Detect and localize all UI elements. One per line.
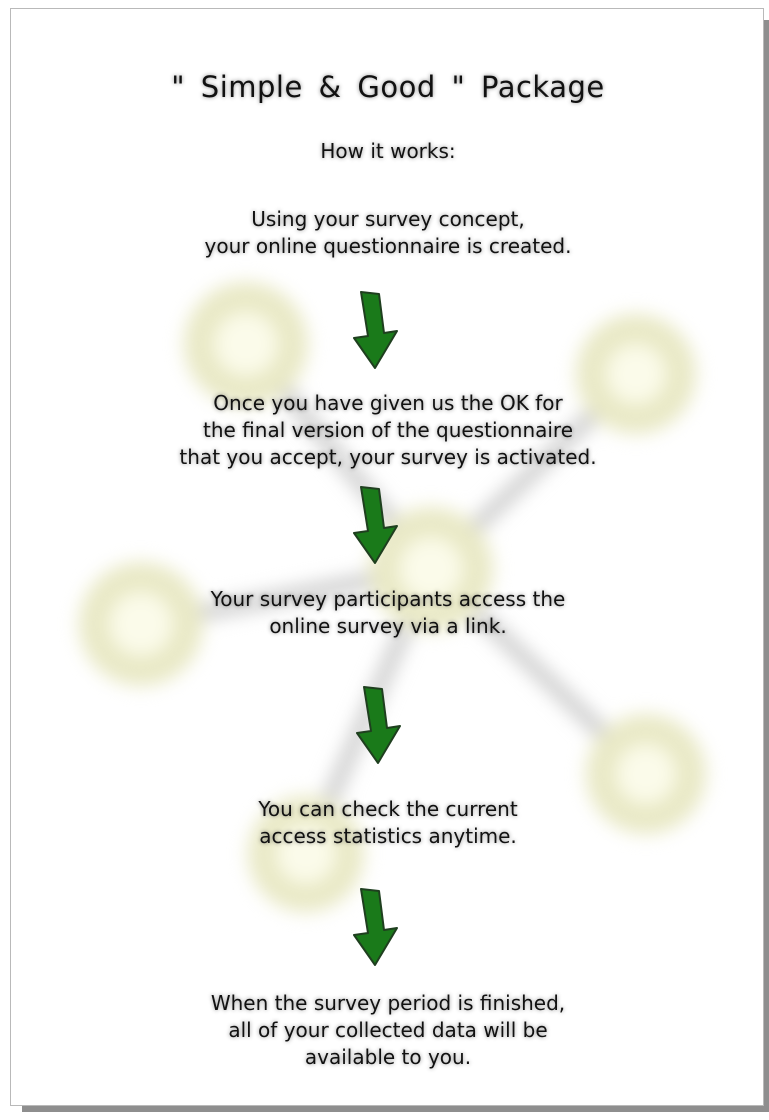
down-arrow-icon (353, 291, 398, 369)
document-page: " Simple & Good " Package How it works: … (10, 8, 764, 1106)
page-title: " Simple & Good " Package (171, 70, 605, 104)
step-2-line-3: that you accept, your survey is activate… (179, 445, 597, 469)
step-1-text: Using your survey concept, your online q… (11, 206, 763, 260)
step-3-line-2: online survey via a link. (269, 614, 507, 638)
step-4-text: You can check the current access statist… (11, 796, 763, 850)
step-2-text: Once you have given us the OK for the fi… (11, 390, 763, 471)
page-shadow-right (764, 20, 769, 1112)
step-1-line-1: Using your survey concept, (251, 207, 525, 231)
step-2-line-1: Once you have given us the OK for (213, 391, 563, 415)
step-4-line-2: access statistics anytime. (259, 824, 517, 848)
down-arrow-icon (356, 686, 401, 764)
step-4-line-1: You can check the current (258, 797, 518, 821)
step-5-line-2: all of your collected data will be (228, 1018, 548, 1042)
step-1-line-2: your online questionnaire is created. (204, 234, 572, 258)
page-subtitle: How it works: (320, 139, 456, 163)
step-5-text: When the survey period is finished, all … (11, 990, 763, 1071)
down-arrow-icon (353, 486, 398, 564)
step-3-text: Your survey participants access the onli… (11, 586, 763, 640)
step-3-line-1: Your survey participants access the (210, 587, 566, 611)
step-2-line-2: the final version of the questionnaire (202, 418, 574, 442)
step-5-line-3: available to you. (304, 1045, 472, 1069)
step-5-line-1: When the survey period is finished, (210, 991, 566, 1015)
page-shadow-bottom (22, 1106, 769, 1112)
down-arrow-icon (353, 888, 398, 966)
